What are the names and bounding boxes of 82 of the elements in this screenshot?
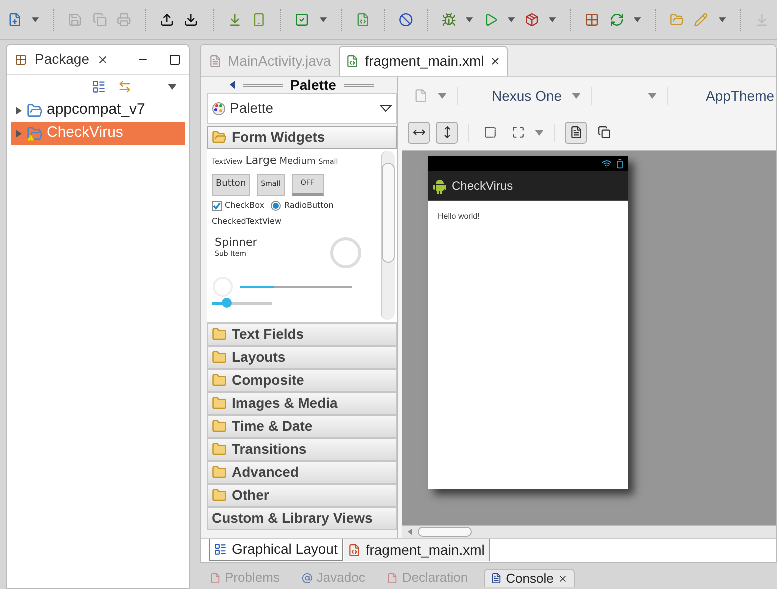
palette-category[interactable]: Layouts (207, 346, 397, 369)
device-dropdown[interactable]: Nexus One (492, 86, 562, 106)
close-icon[interactable] (558, 574, 568, 584)
close-icon[interactable] (490, 56, 502, 67)
folder-icon (212, 396, 227, 411)
fit-height-button[interactable] (436, 122, 458, 144)
robot-icon (433, 178, 447, 194)
package-explorer-icon (15, 54, 27, 66)
scrollbar[interactable] (381, 151, 395, 320)
folder-icon (212, 488, 227, 503)
editor-tab[interactable]: fragment_main.xml (339, 46, 508, 76)
close-icon[interactable] (97, 54, 110, 66)
dropdown-caret-icon[interactable] (168, 84, 177, 90)
java-file-icon (209, 54, 222, 68)
folder-icon (212, 465, 227, 480)
palette-category[interactable]: Custom & Library Views (207, 507, 397, 530)
debug-icon[interactable] (442, 10, 456, 28)
project-folder-icon (27, 126, 43, 142)
palette-category[interactable]: Images & Media (207, 392, 397, 415)
checkbox-widget[interactable] (212, 200, 222, 210)
folder-icon (212, 130, 227, 145)
tree-item[interactable]: appcompat_v7 (11, 99, 185, 122)
horizontal-scrollbar[interactable] (402, 525, 776, 538)
xml-file-icon (348, 544, 361, 556)
palette-category[interactable]: Form Widgets (207, 126, 397, 149)
xml-file-icon (346, 55, 360, 68)
panel-tab[interactable]: Package (35, 49, 90, 70)
theme-dropdown[interactable]: AppTheme (706, 86, 775, 106)
palette-dropdown[interactable]: Palette (207, 93, 397, 124)
maximize-icon[interactable] (169, 54, 181, 66)
copy-icon (598, 126, 610, 139)
palette-category[interactable]: Time & Date (207, 415, 397, 438)
new-file-icon[interactable] (8, 10, 22, 28)
collapse-all-icon[interactable] (92, 80, 106, 94)
wifi-icon (602, 158, 612, 168)
button-widget[interactable]: Button (212, 174, 250, 196)
layout-icon (214, 543, 227, 556)
expand-arrow-icon[interactable] (15, 106, 23, 114)
folder-icon (212, 419, 227, 434)
editor-mode-tab[interactable]: Graphical Layout (209, 539, 343, 561)
project-folder-icon (27, 102, 43, 118)
folder-icon (212, 350, 227, 365)
check-icon (213, 202, 221, 210)
palette-category[interactable]: Composite (207, 369, 397, 392)
document-icon (210, 572, 221, 584)
at-sign-icon (302, 572, 313, 584)
warning-icon (27, 134, 35, 142)
scroll-left-icon[interactable] (408, 529, 412, 535)
folder-icon (212, 327, 227, 342)
seek-thumb[interactable] (222, 298, 232, 308)
large-text-widget[interactable]: Large (246, 153, 277, 170)
progress-spinner-icon (329, 236, 363, 270)
scroll-thumb[interactable] (418, 527, 472, 537)
battery-icon (615, 158, 625, 168)
document-icon (387, 572, 398, 584)
expand-icon (512, 126, 524, 139)
medium-text-widget[interactable]: Medium (280, 156, 316, 170)
palette-title: Palette (290, 76, 336, 94)
small-spinner-icon (212, 276, 234, 298)
dotted-square-icon (484, 126, 496, 139)
dropdown-caret-icon[interactable] (380, 105, 392, 112)
document-icon (570, 126, 582, 139)
folder-icon (212, 373, 227, 388)
fit-width-button[interactable] (408, 122, 430, 144)
palette-category[interactable]: Transitions (207, 438, 397, 461)
palette-category[interactable]: Text Fields (207, 323, 397, 346)
palette-category[interactable]: Advanced (207, 461, 397, 484)
palette-category[interactable]: Other (207, 484, 397, 507)
checkbox-label: CheckBox (225, 200, 264, 212)
console-icon (491, 573, 502, 584)
radio-widget[interactable] (271, 200, 282, 210)
editor-mode-tab[interactable]: fragment_main.xml (344, 539, 490, 561)
panel-tab[interactable]: Console (484, 569, 575, 587)
palette-icon (212, 102, 226, 116)
spinner-widget[interactable]: Spinner (215, 236, 258, 250)
radio-label: RadioButton (284, 200, 334, 212)
folder-icon (212, 442, 227, 457)
collapse-arrow-icon[interactable] (230, 81, 235, 89)
layout-button[interactable] (565, 122, 587, 144)
app-title: CheckVirus (452, 178, 514, 194)
checked-textview-widget[interactable]: CheckedTextView (212, 216, 381, 228)
hello-text: Hello world! (437, 211, 481, 223)
